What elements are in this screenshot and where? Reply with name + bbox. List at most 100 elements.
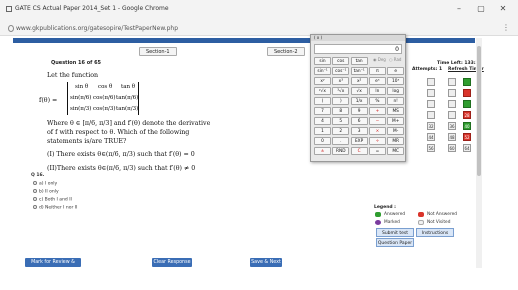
save-next-button[interactable]: Save & Next xyxy=(250,258,282,267)
address-bar[interactable]: www.gkpublications.org/gatesopire/TestPa… xyxy=(0,22,518,36)
calc-key[interactable]: 4 xyxy=(314,117,331,125)
question-palette-button[interactable] xyxy=(463,89,471,97)
calc-key[interactable]: π xyxy=(368,67,386,75)
calc-key[interactable]: MS xyxy=(387,107,405,115)
radio-button[interactable] xyxy=(33,189,37,193)
scrollbar-thumb[interactable] xyxy=(477,46,481,176)
question-palette-button[interactable] xyxy=(448,111,456,119)
question-palette-button[interactable] xyxy=(463,78,471,86)
question-palette-button[interactable] xyxy=(448,89,456,97)
calc-key[interactable]: % xyxy=(368,97,386,105)
calc-key[interactable]: log xyxy=(387,87,405,95)
calc-key[interactable]: 0 xyxy=(314,137,331,145)
question-palette-button[interactable] xyxy=(427,111,435,119)
calc-key[interactable]: 1/x xyxy=(350,97,368,105)
option-c[interactable]: c) Both I and II xyxy=(33,197,72,203)
option-a[interactable]: a) I only xyxy=(33,181,57,187)
question-palette-button[interactable] xyxy=(463,100,471,108)
calc-key[interactable]: ln xyxy=(368,87,386,95)
calc-key[interactable]: √x xyxy=(350,87,368,95)
calc-key[interactable]: 5 xyxy=(332,117,350,125)
calc-key[interactable]: ) xyxy=(332,97,350,105)
calc-key[interactable]: − xyxy=(368,117,386,125)
calc-key[interactable]: M+ xyxy=(387,117,405,125)
browser-window: GATE CS Actual Paper 2014_Set 1 - Google… xyxy=(0,0,518,290)
question-palette-button[interactable]: 36 xyxy=(448,122,456,130)
calc-key[interactable]: n! xyxy=(387,97,405,105)
calc-key[interactable]: . xyxy=(332,137,350,145)
question-palette-button[interactable] xyxy=(427,78,435,86)
calc-key[interactable]: sin⁻¹ xyxy=(314,67,331,75)
calc-key[interactable]: cos⁻¹ xyxy=(332,67,350,75)
calc-key[interactable]: 2 xyxy=(332,127,350,135)
radio-button[interactable] xyxy=(33,181,37,185)
calc-key[interactable]: M- xyxy=(387,127,405,135)
calc-key[interactable]: MR xyxy=(387,137,405,145)
calc-key[interactable]: tan⁻¹ xyxy=(350,67,368,75)
calc-key[interactable]: 10ˣ xyxy=(387,77,405,85)
calc-key[interactable]: xʸ xyxy=(314,77,331,85)
calc-key[interactable]: e xyxy=(387,67,405,75)
calc-key[interactable]: ( xyxy=(314,97,331,105)
question-palette-button[interactable] xyxy=(427,100,435,108)
calc-key[interactable]: EXP xyxy=(350,137,368,145)
question-palette-button[interactable]: 40 xyxy=(463,122,471,130)
instructions-button[interactable]: Instructions xyxy=(416,228,454,237)
close-button[interactable]: ✕ xyxy=(496,3,510,15)
calc-key[interactable]: = xyxy=(368,147,386,155)
radio-button[interactable] xyxy=(33,205,37,209)
calculator-title[interactable]: ( x ) xyxy=(311,35,405,41)
calc-key[interactable]: 1 xyxy=(314,127,331,135)
question-palette-button[interactable]: 56 xyxy=(427,144,435,152)
minimize-button[interactable]: – xyxy=(452,3,466,15)
matrix-cell: sin(π/3) xyxy=(70,106,92,112)
question-palette-button[interactable]: 28 xyxy=(463,111,471,119)
question-palette-button[interactable] xyxy=(448,78,456,86)
calc-key[interactable]: 8 xyxy=(332,107,350,115)
mark-review-button[interactable]: Mark for Review & Next xyxy=(25,258,81,274)
calc-key[interactable]: x² xyxy=(350,77,368,85)
calc-key[interactable]: sin xyxy=(314,57,331,65)
calc-key[interactable]: tan xyxy=(350,57,368,65)
scientific-calculator: ( x ) 0 ◉ Deg ○ Rad sin cos tan sin⁻¹ cos⁻¹ t… xyxy=(310,34,406,162)
calc-key[interactable]: + xyxy=(368,107,386,115)
url-text[interactable]: www.gkpublications.org/gatesopire/TestPa… xyxy=(16,25,178,32)
question-palette-button[interactable]: 44 xyxy=(427,133,435,141)
calc-key[interactable]: RND xyxy=(332,147,350,155)
calc-key[interactable]: MC xyxy=(387,147,405,155)
question-palette-button[interactable] xyxy=(427,89,435,97)
calc-key[interactable]: ³√x xyxy=(332,87,350,95)
calc-key[interactable]: 3 xyxy=(350,127,368,135)
calc-key[interactable]: C xyxy=(350,147,368,155)
clear-response-button[interactable]: Clear Response xyxy=(152,258,192,267)
calc-key[interactable]: ± xyxy=(314,147,331,155)
calc-key[interactable]: 9 xyxy=(350,107,368,115)
rad-radio[interactable]: ○ Rad xyxy=(389,57,401,62)
calc-key[interactable]: × xyxy=(368,127,386,135)
site-info-icon[interactable] xyxy=(8,25,14,32)
maximize-button[interactable]: ▢ xyxy=(474,3,488,15)
section-1-button[interactable]: Section-1 xyxy=(139,47,177,56)
deg-radio[interactable]: ◉ Deg xyxy=(373,57,386,62)
question-paper-button[interactable]: Question Paper xyxy=(376,238,414,247)
question-palette-button[interactable] xyxy=(448,100,456,108)
radio-button[interactable] xyxy=(33,197,37,201)
option-d[interactable]: d) Neither I nor II xyxy=(33,205,77,211)
question-palette-button[interactable]: 60 xyxy=(448,144,456,152)
calc-key[interactable]: 7 xyxy=(314,107,331,115)
calc-key[interactable]: 6 xyxy=(350,117,368,125)
question-palette-button[interactable]: 32 xyxy=(427,122,435,130)
menu-icon[interactable]: ⋮ xyxy=(502,23,510,32)
section-2-button[interactable]: Section-2 xyxy=(267,47,305,56)
calc-key[interactable]: x³ xyxy=(332,77,350,85)
calc-key[interactable]: ÷ xyxy=(368,137,386,145)
question-palette-button[interactable]: 52 xyxy=(463,133,471,141)
calc-key[interactable]: eˣ xyxy=(368,77,386,85)
calc-key[interactable]: cos xyxy=(332,57,350,65)
calc-key[interactable]: ʸ√x xyxy=(314,87,331,95)
vertical-scrollbar[interactable] xyxy=(476,38,482,268)
question-palette-button[interactable]: 64 xyxy=(463,144,471,152)
option-b[interactable]: b) II only xyxy=(33,189,59,195)
question-palette-button[interactable]: 48 xyxy=(448,133,456,141)
submit-test-button[interactable]: Submit test xyxy=(376,228,414,237)
